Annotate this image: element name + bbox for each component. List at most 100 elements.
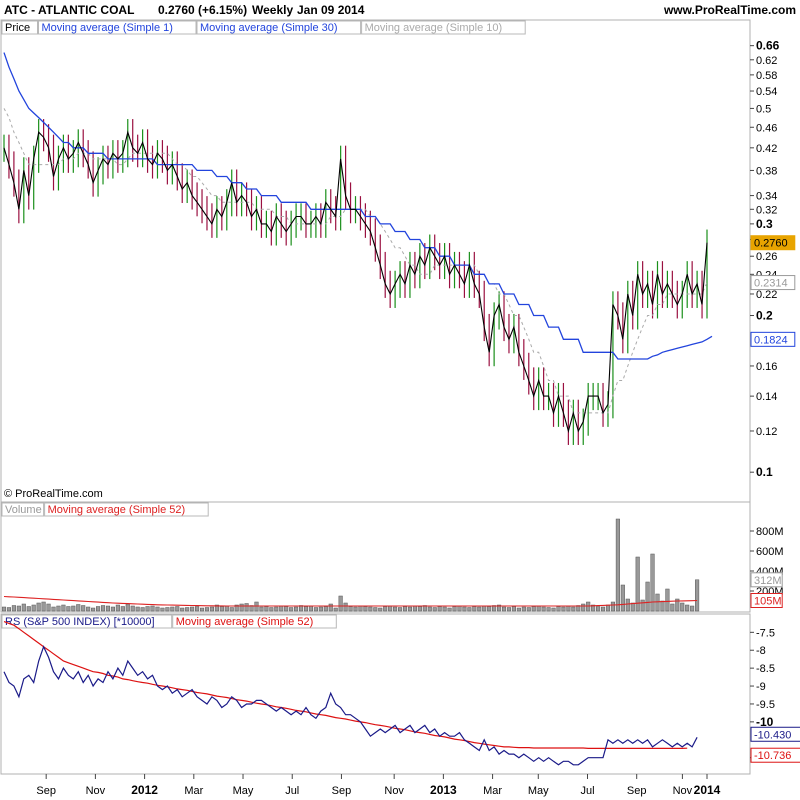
volume-bar	[581, 603, 586, 612]
price-tick-label: 0.12	[756, 426, 777, 438]
chart-period: Weekly	[252, 3, 293, 17]
volume-bar	[447, 607, 452, 612]
legend-label: Price	[5, 22, 30, 34]
volume-bar	[56, 605, 61, 612]
legend-label: Moving average (Simple 10)	[365, 22, 503, 34]
volume-bar	[71, 605, 76, 612]
volume-bar	[462, 606, 467, 612]
volume-bar	[526, 607, 531, 612]
volume-bar	[76, 604, 81, 612]
volume-bar	[110, 606, 115, 612]
volume-bar	[566, 605, 571, 612]
rs-ma-line	[3, 621, 688, 750]
volume-bar	[432, 607, 437, 612]
volume-bar	[130, 605, 135, 612]
volume-panel: Volume Moving average (Simple 52) 800M 600…	[0, 501, 784, 613]
volume-bar	[343, 602, 348, 612]
volume-bar	[46, 603, 51, 612]
volume-bar	[289, 607, 294, 612]
close-line	[3, 130, 708, 434]
volume-bar	[398, 607, 403, 612]
x-tick-label: 2014	[694, 783, 721, 797]
volume-bar	[531, 606, 536, 612]
volume-bar	[516, 607, 521, 612]
volume-bar	[239, 603, 244, 612]
volume-bar	[511, 606, 516, 612]
volume-bar	[521, 606, 526, 612]
legend-label: Moving average (Simple 52)	[176, 616, 314, 628]
volume-tick-label: 800M	[756, 526, 784, 538]
volume-bar	[185, 607, 190, 612]
legend-label: Volume	[5, 504, 42, 516]
volume-bar	[61, 604, 66, 612]
volume-bar	[338, 595, 343, 612]
price-tick-label: 0.1	[756, 465, 773, 479]
price-legend: Price Moving average (Simple 1) Moving ave…	[1, 20, 526, 35]
last-value-label: 0.2760	[754, 238, 788, 250]
volume-bar	[328, 603, 333, 612]
volume-bar	[437, 606, 442, 612]
volume-bar	[393, 606, 398, 612]
copyright: © ProRealTime.com	[4, 488, 103, 500]
volume-bar	[140, 607, 145, 612]
volume-bar	[615, 518, 620, 612]
legend-label: Moving average (Simple 52)	[48, 504, 186, 516]
ma10-line	[3, 108, 708, 414]
price-tick-label: 0.38	[756, 165, 777, 177]
price-tick-label: 0.32	[756, 204, 777, 216]
volume-bar	[6, 607, 12, 612]
volume-bar	[120, 606, 125, 612]
volume-bar	[96, 606, 101, 612]
volume-bar	[690, 605, 695, 612]
price-tick-label: 0.46	[756, 122, 777, 134]
volume-bar	[91, 607, 96, 612]
volume-bar	[274, 606, 279, 612]
volume-bar	[41, 601, 46, 612]
last-value-label: 0.2314	[754, 278, 788, 290]
rs-marks	[3, 621, 698, 766]
volume-bar	[427, 606, 432, 612]
volume-bar	[219, 606, 224, 612]
volume-bar	[383, 606, 388, 612]
volume-bar	[199, 607, 205, 612]
price-tick-label: 0.14	[756, 391, 777, 403]
volume-bar	[100, 605, 106, 612]
volume-bar	[105, 605, 111, 612]
volume-bar	[402, 606, 408, 612]
volume-bar	[457, 605, 462, 612]
price-tick-label: 0.3	[756, 217, 773, 231]
volume-bar	[36, 602, 41, 612]
volume-bar	[660, 600, 665, 612]
x-tick-label: Nov	[86, 785, 106, 797]
legend-label: RS (S&P 500 INDEX) [*10000]	[5, 616, 155, 628]
volume-bar	[605, 604, 611, 612]
volume-bar	[264, 606, 269, 612]
volume-bar	[323, 606, 328, 612]
volume-bar	[472, 606, 477, 612]
volume-bar	[407, 606, 413, 612]
volume-bar	[551, 607, 556, 612]
volume-bar	[600, 606, 606, 612]
volume-bar	[81, 605, 86, 612]
volume-bar	[318, 606, 323, 612]
volume-bar	[333, 607, 338, 612]
volume-bar	[348, 606, 353, 612]
chart-header: ATC - ATLANTIC COAL 0.2760 (+6.15%) Week…	[4, 3, 796, 17]
volume-bar	[353, 606, 358, 612]
volume-bar	[358, 605, 363, 612]
volume-bar	[160, 607, 165, 612]
volume-bar	[670, 603, 675, 612]
volume-bar	[86, 606, 91, 612]
volume-bar	[190, 606, 195, 612]
x-tick-label: May	[528, 785, 549, 797]
price-tick-label: 0.22	[756, 289, 777, 301]
rs-tick-label: -9.5	[756, 699, 775, 711]
volume-bar	[125, 603, 130, 612]
volume-bar	[655, 593, 660, 612]
volume-bar	[645, 581, 650, 612]
volume-bar	[556, 606, 561, 612]
price-tick-label: 0.2	[756, 309, 773, 323]
x-tick-label: 2012	[131, 783, 158, 797]
price-change: 0.2760 (+6.15%)	[158, 3, 247, 17]
x-tick-label: Jul	[285, 785, 299, 797]
